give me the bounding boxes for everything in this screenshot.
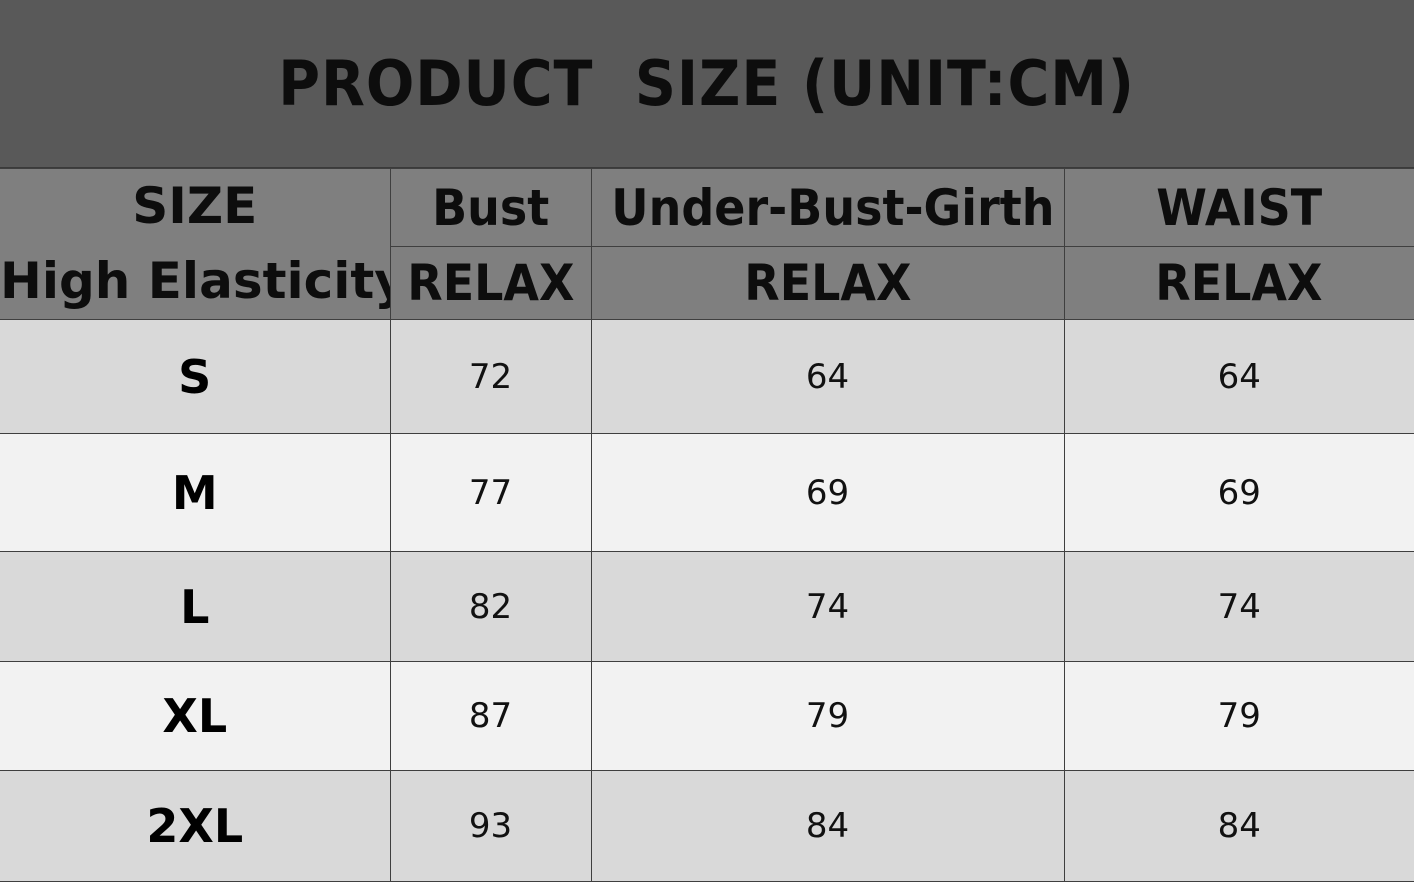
bust-cell: 82 xyxy=(389,551,592,662)
table-row: 2XL 93 84 84 xyxy=(0,770,1414,882)
size-table: SIZE High Elasticity Bust Under-Bust-Gir… xyxy=(0,168,1414,882)
bust-cell: 72 xyxy=(389,319,592,434)
under-bust-girth-subheader: RELAX xyxy=(590,246,1065,320)
table-row: L 82 74 74 xyxy=(0,551,1414,662)
table-row: XL 87 79 79 xyxy=(0,661,1414,771)
under-bust-girth-header: Under-Bust-Girth xyxy=(590,168,1065,247)
title-bar: PRODUCT SIZE (UNIT:CM) xyxy=(0,0,1414,168)
table-row: M 77 69 69 xyxy=(0,433,1414,552)
under-bust-girth-cell: 84 xyxy=(590,770,1065,882)
waist-subheader: RELAX xyxy=(1063,246,1414,320)
under-bust-girth-cell: 69 xyxy=(590,433,1065,552)
table-header: SIZE High Elasticity Bust Under-Bust-Gir… xyxy=(0,168,1414,320)
bust-cell: 77 xyxy=(389,433,592,552)
waist-cell: 84 xyxy=(1063,770,1414,882)
waist-header: WAIST xyxy=(1063,168,1414,247)
size-header-label: SIZE xyxy=(132,177,258,235)
size-cell: S xyxy=(0,319,391,434)
elasticity-label: High Elasticity xyxy=(0,252,390,310)
bust-cell: 93 xyxy=(389,770,592,882)
page-title: PRODUCT SIZE (UNIT:CM) xyxy=(278,47,1136,120)
size-cell: 2XL xyxy=(0,770,391,882)
waist-cell: 69 xyxy=(1063,433,1414,552)
under-bust-girth-cell: 79 xyxy=(590,661,1065,771)
waist-cell: 64 xyxy=(1063,319,1414,434)
bust-subheader: RELAX xyxy=(390,246,592,320)
under-bust-girth-cell: 74 xyxy=(590,551,1065,662)
table-body: S 72 64 64 M 77 69 69 L 82 74 74 XL 87 7… xyxy=(0,319,1414,882)
bust-cell: 87 xyxy=(389,661,592,771)
waist-cell: 79 xyxy=(1063,661,1414,771)
size-cell: XL xyxy=(0,661,391,771)
size-cell: M xyxy=(0,433,391,552)
table-row: S 72 64 64 xyxy=(0,319,1414,434)
under-bust-girth-cell: 64 xyxy=(590,319,1065,434)
waist-cell: 74 xyxy=(1063,551,1414,662)
size-header-cell: SIZE High Elasticity xyxy=(0,168,391,320)
header-row: SIZE High Elasticity Bust Under-Bust-Gir… xyxy=(0,168,1414,320)
bust-header: Bust xyxy=(389,168,592,247)
size-cell: L xyxy=(0,551,391,662)
